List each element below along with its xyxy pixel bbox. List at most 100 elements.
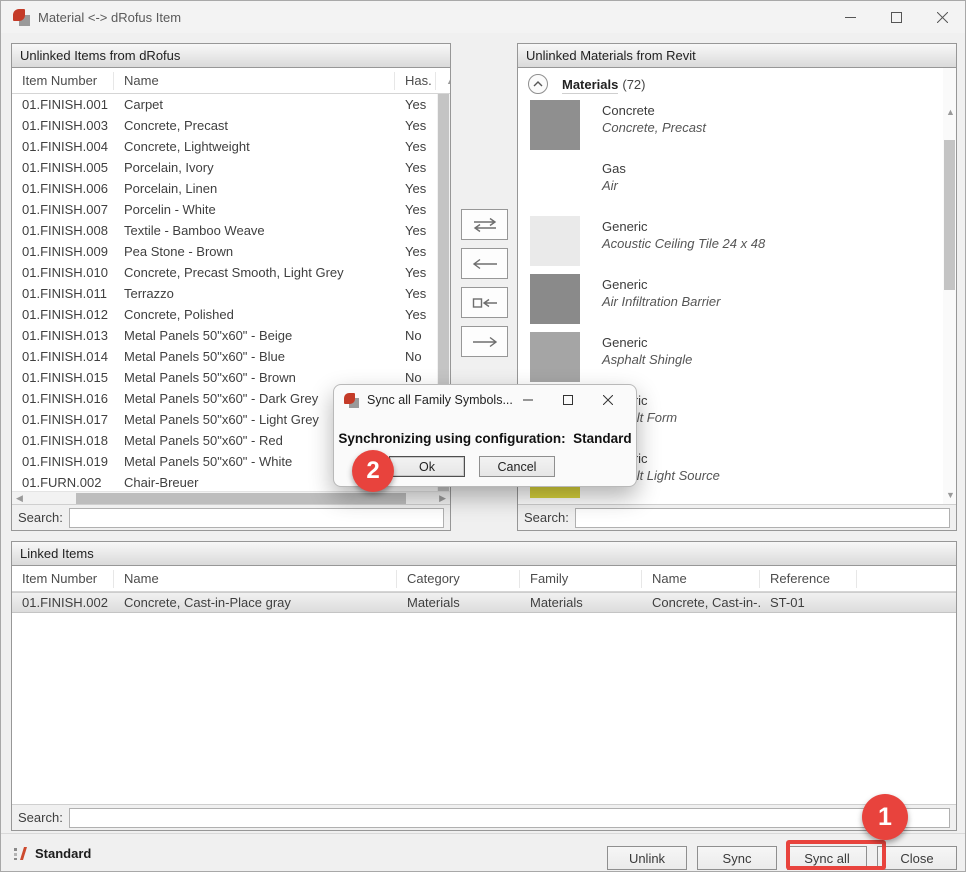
cell-name: Concrete, Precast Smooth, Light Grey — [114, 265, 395, 280]
col-has[interactable]: Has. — [395, 72, 436, 90]
move-left-button[interactable] — [461, 248, 508, 279]
table-row[interactable]: 01.FINISH.002 Concrete, Cast-in-Place gr… — [12, 592, 956, 613]
cell-item-number: 01.FINISH.008 — [12, 223, 114, 238]
right-vertical-scrollbar[interactable]: ▲ ▼ — [943, 68, 956, 504]
close-button[interactable]: Close — [877, 846, 957, 870]
close-icon[interactable] — [919, 1, 965, 33]
col-category[interactable]: Category — [397, 570, 520, 588]
table-row[interactable]: 01.FINISH.005 Porcelain, Ivory Yes — [12, 157, 450, 178]
configuration-name: Standard — [35, 846, 91, 861]
cell-has: No — [395, 349, 436, 364]
cell-has: Yes — [395, 118, 436, 133]
scroll-down-icon[interactable]: ▼ — [946, 491, 955, 500]
cancel-button[interactable]: Cancel — [479, 456, 555, 477]
drofus-table-header: Item Number Name Has. ▲ — [12, 68, 450, 94]
table-row[interactable]: 01.FINISH.001 Carpet Yes — [12, 94, 450, 115]
linked-items-panel: Linked Items Item Number Name Category F… — [11, 541, 957, 831]
left-horizontal-scrollbar[interactable]: ◀ ▶ — [12, 491, 450, 504]
table-row[interactable]: 01.FINISH.013 Metal Panels 50"x60" - Bei… — [12, 325, 450, 346]
material-class: Generic — [602, 334, 692, 351]
col-reference[interactable]: Reference — [760, 570, 857, 588]
cell-item-number: 01.FINISH.011 — [12, 286, 114, 301]
step-2-badge: 2 — [352, 450, 394, 492]
step-1-badge: 1 — [862, 794, 908, 840]
cell-name: Textile - Bamboo Weave — [114, 223, 395, 238]
cell-item-number: 01.FURN.002 — [12, 475, 114, 490]
list-item[interactable]: Generic Acoustic Ceiling Tile 24 x 48 — [518, 216, 956, 274]
unlink-button[interactable]: Unlink — [607, 846, 687, 870]
cell-has: Yes — [395, 97, 436, 112]
cell-name: Terrazzo — [114, 286, 395, 301]
ok-button[interactable]: Ok — [389, 456, 465, 477]
table-row[interactable]: 01.FINISH.012 Concrete, Polished Yes — [12, 304, 450, 325]
cell-name: Concrete, Polished — [114, 307, 395, 322]
sync-all-highlight-rect — [786, 840, 886, 870]
scroll-right-icon[interactable]: ▶ — [439, 494, 446, 503]
table-row[interactable]: 01.FINISH.014 Metal Panels 50"x60" - Blu… — [12, 346, 450, 367]
col-family[interactable]: Family — [520, 570, 642, 588]
list-item[interactable]: Concrete Concrete, Precast — [518, 100, 956, 158]
list-item[interactable]: Gas Air — [518, 158, 956, 216]
minimize-icon[interactable] — [827, 1, 873, 33]
material-name: Acoustic Ceiling Tile 24 x 48 — [602, 235, 765, 252]
cell-item-number: 01.FINISH.019 — [12, 454, 114, 469]
assign-left-button[interactable] — [461, 287, 508, 318]
cell-item-number: 01.FINISH.004 — [12, 139, 114, 154]
material-class: Generic — [602, 276, 720, 293]
col-name[interactable]: Name — [114, 72, 395, 90]
cell-has: No — [395, 370, 436, 385]
table-row[interactable]: 01.FINISH.004 Concrete, Lightweight Yes — [12, 136, 450, 157]
table-row[interactable]: 01.FINISH.009 Pea Stone - Brown Yes — [12, 241, 450, 262]
list-item[interactable]: Generic Asphalt Shingle — [518, 332, 956, 390]
collapse-group-icon[interactable] — [528, 74, 548, 94]
minimize-icon[interactable] — [508, 385, 548, 415]
table-row[interactable]: 01.FINISH.010 Concrete, Precast Smooth, … — [12, 262, 450, 283]
revit-search-input[interactable] — [575, 508, 950, 528]
sync-button[interactable]: Sync — [697, 846, 777, 870]
cell-has: No — [395, 328, 436, 343]
cell-item-number: 01.FINISH.003 — [12, 118, 114, 133]
scroll-left-icon[interactable]: ◀ — [16, 494, 23, 503]
revit-search-row: Search: — [518, 504, 956, 530]
cell-item-number: 01.FINISH.010 — [12, 265, 114, 280]
linked-search-input[interactable] — [69, 808, 950, 828]
material-name: Asphalt Shingle — [602, 351, 692, 368]
cell-has: Yes — [395, 307, 436, 322]
assign-left-icon — [472, 296, 498, 310]
table-row[interactable]: 01.FINISH.006 Porcelain, Linen Yes — [12, 178, 450, 199]
cell-has: Yes — [395, 286, 436, 301]
cell-item-number: 01.FINISH.002 — [12, 595, 114, 610]
swap-link-button[interactable] — [461, 209, 508, 240]
cell-name: Porcelain, Linen — [114, 181, 395, 196]
col-name2[interactable]: Name — [642, 570, 760, 588]
cell-name: Porcelain, Ivory — [114, 160, 395, 175]
cell-item-number: 01.FINISH.015 — [12, 370, 114, 385]
scroll-up-icon[interactable]: ▲ — [436, 72, 450, 90]
maximize-icon[interactable] — [873, 1, 919, 33]
col-item-number[interactable]: Item Number — [12, 570, 114, 588]
dialog-title-bar: Sync all Family Symbols... — [334, 385, 636, 415]
swap-link-icon — [472, 217, 498, 233]
move-right-button[interactable] — [461, 326, 508, 357]
cell-reference: ST-01 — [760, 595, 857, 610]
close-icon[interactable] — [588, 385, 628, 415]
cell-name: Metal Panels 50"x60" - Blue — [114, 349, 395, 364]
drofus-search-input[interactable] — [69, 508, 444, 528]
table-row[interactable]: 01.FINISH.011 Terrazzo Yes — [12, 283, 450, 304]
col-name[interactable]: Name — [114, 570, 397, 588]
table-row[interactable]: 01.FINISH.007 Porcelin - White Yes — [12, 199, 450, 220]
scroll-up-icon[interactable]: ▲ — [946, 108, 955, 117]
cell-has: Yes — [395, 223, 436, 238]
linked-items-panel-title: Linked Items — [12, 542, 956, 566]
cell-item-number: 01.FINISH.013 — [12, 328, 114, 343]
maximize-icon[interactable] — [548, 385, 588, 415]
cell-has: Yes — [395, 244, 436, 259]
cell-name: Concrete, Lightweight — [114, 139, 395, 154]
cell-has: Yes — [395, 139, 436, 154]
cell-item-number: 01.FINISH.007 — [12, 202, 114, 217]
table-row[interactable]: 01.FINISH.008 Textile - Bamboo Weave Yes — [12, 220, 450, 241]
table-row[interactable]: 01.FINISH.003 Concrete, Precast Yes — [12, 115, 450, 136]
dialog-title: Sync all Family Symbols... — [367, 393, 513, 407]
list-item[interactable]: Generic Air Infiltration Barrier — [518, 274, 956, 332]
col-item-number[interactable]: Item Number — [12, 72, 114, 90]
